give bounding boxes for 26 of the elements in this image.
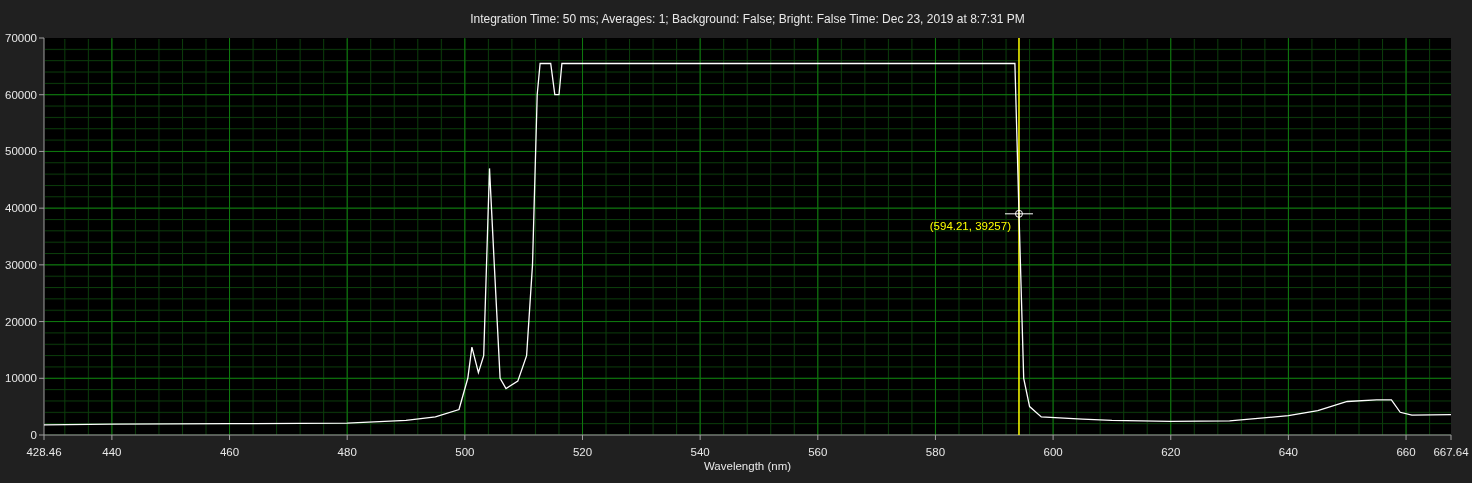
y-tick-label: 40000 [5, 202, 37, 215]
x-axis-label: Wavelength (nm) [703, 460, 792, 472]
x-tick-label: 600 [1043, 446, 1063, 458]
chart-title: Integration Time: 50 ms; Averages: 1; Background: False; Bright: False Time: Dec 23, 2019 at 8:7:31 PM [470, 12, 1025, 26]
x-tick-label: 460 [219, 446, 240, 458]
x-tick-label: 540 [690, 446, 710, 458]
y-tick-label: 60000 [5, 88, 37, 101]
x-tick-label: 660 [1396, 446, 1416, 458]
y-tick-label: 70000 [5, 32, 37, 44]
x-tick-label: 440 [102, 446, 122, 458]
x-tick-label: 500 [455, 446, 475, 458]
x-tick-label: 640 [1278, 446, 1298, 458]
y-tick-label: 30000 [5, 258, 37, 271]
y-tick-label: 20000 [5, 315, 37, 328]
x-tick-label: 480 [337, 446, 357, 458]
x-tick-label: 667.64 [1433, 446, 1469, 458]
x-tick-label: 620 [1161, 446, 1181, 458]
y-tick-label: 10000 [5, 372, 37, 385]
y-tick-label: 50000 [5, 145, 37, 158]
cursor-label: (594.21, 39257) [929, 219, 1011, 232]
x-tick-label: 560 [808, 446, 828, 458]
y-tick-label: 0 [30, 429, 37, 441]
x-tick-label: 580 [925, 446, 946, 458]
x-tick-label: 428.46 [26, 446, 62, 458]
cursor-marker[interactable] [1004, 209, 1034, 218]
x-tick-label: 520 [572, 446, 593, 458]
